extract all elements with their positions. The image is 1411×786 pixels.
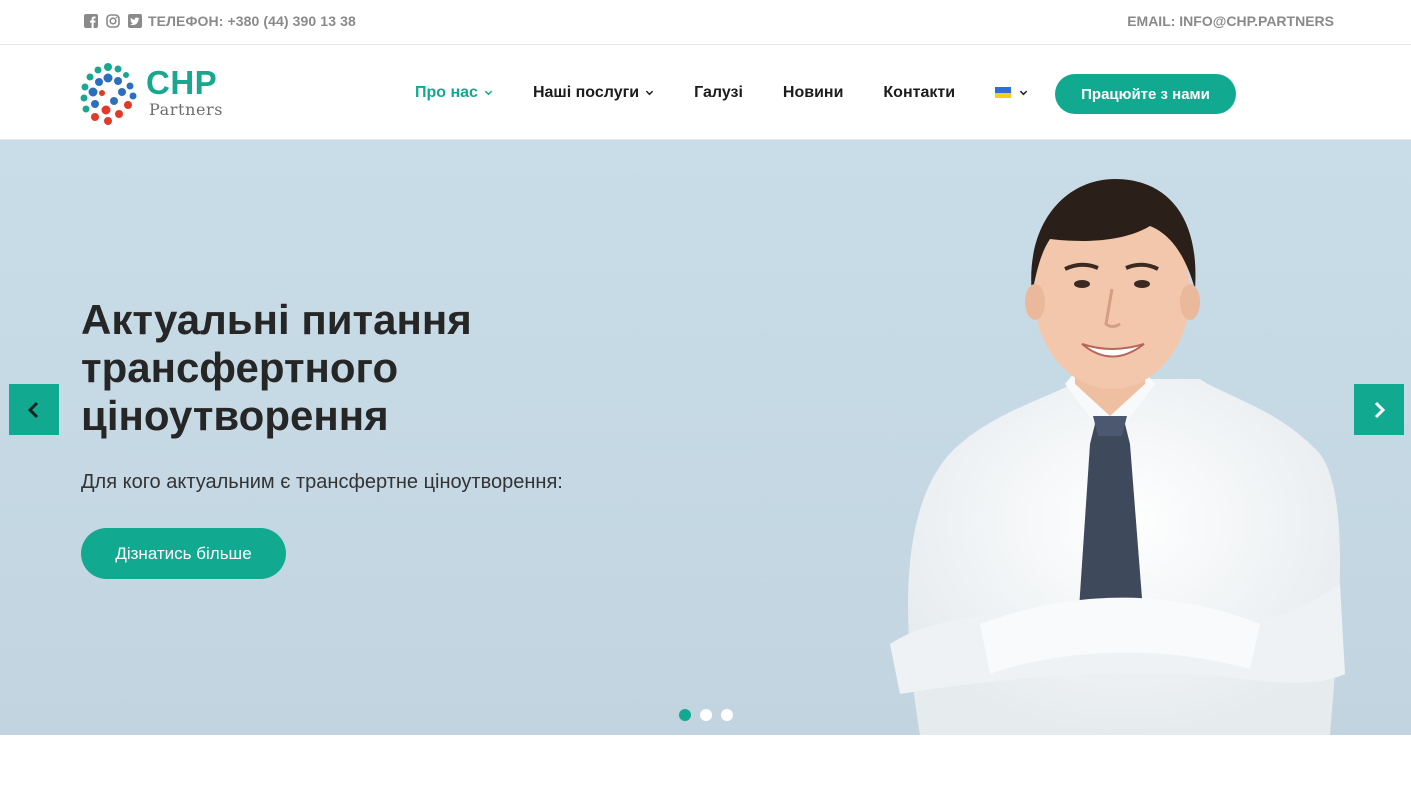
hero-person-image: [890, 179, 1345, 735]
chevron-down-icon: [484, 90, 493, 96]
nav-item-label: Про нас: [415, 83, 478, 101]
nav-item-label: Галузі: [694, 83, 743, 101]
logo-dots-icon: [80, 63, 137, 125]
nav-item-news[interactable]: Новини: [783, 84, 844, 102]
hero-slider: Актуальні питання трансфертного ціноутво…: [0, 140, 1411, 735]
logo-wordmark: CHP: [146, 64, 218, 101]
main-nav: Про нас Наші послуги Галузі Новини Конта…: [415, 45, 1028, 140]
nav-item-contacts[interactable]: Контакти: [883, 84, 955, 102]
phone-number[interactable]: ТЕЛЕФОН: +380 (44) 390 13 38: [148, 13, 356, 29]
ukraine-flag-icon: [995, 87, 1012, 98]
chevron-right-icon: [1374, 401, 1386, 418]
chevron-down-icon: [1019, 90, 1028, 96]
nav-item-industries[interactable]: Галузі: [694, 84, 743, 102]
email-address[interactable]: EMAIL: INFO@CHP.PARTNERS: [1127, 13, 1334, 29]
top-bar: ТЕЛЕФОН: +380 (44) 390 13 38 EMAIL: INFO…: [0, 0, 1411, 45]
slider-dot[interactable]: [700, 709, 712, 721]
slider-next-button[interactable]: [1354, 384, 1404, 435]
facebook-icon[interactable]: [84, 14, 98, 28]
nav-item-about[interactable]: Про нас: [415, 84, 493, 102]
language-switcher[interactable]: [995, 87, 1028, 98]
work-with-us-button[interactable]: Працюйте з нами: [1055, 74, 1236, 114]
hero-title: Актуальні питання трансфертного ціноутво…: [81, 296, 472, 439]
nav-item-label: Новини: [782, 83, 844, 101]
twitter-icon[interactable]: [128, 14, 142, 28]
slider-pagination: [679, 709, 733, 721]
nav-item-label: Наші послуги: [532, 83, 640, 101]
chevron-down-icon: [645, 90, 654, 96]
instagram-icon[interactable]: [106, 14, 120, 28]
hero-subtitle: Для кого актуальним є трансфертне ціноут…: [81, 471, 563, 493]
logo[interactable]: CHP Partners: [78, 60, 238, 126]
logo-subtitle: Partners: [149, 100, 224, 119]
nav-item-label: Контакти: [883, 83, 956, 101]
learn-more-button[interactable]: Дізнатись більше: [81, 528, 286, 579]
slider-dot[interactable]: [721, 709, 733, 721]
contact-strip: ТЕЛЕФОН: +380 (44) 390 13 38: [84, 13, 356, 29]
main-header: CHP Partners Про нас Наші послуги Галузі…: [0, 45, 1411, 140]
slider-prev-button[interactable]: [9, 384, 59, 435]
slider-dot[interactable]: [679, 709, 691, 721]
nav-item-services[interactable]: Наші послуги: [533, 84, 654, 102]
chevron-left-icon: [27, 401, 39, 418]
